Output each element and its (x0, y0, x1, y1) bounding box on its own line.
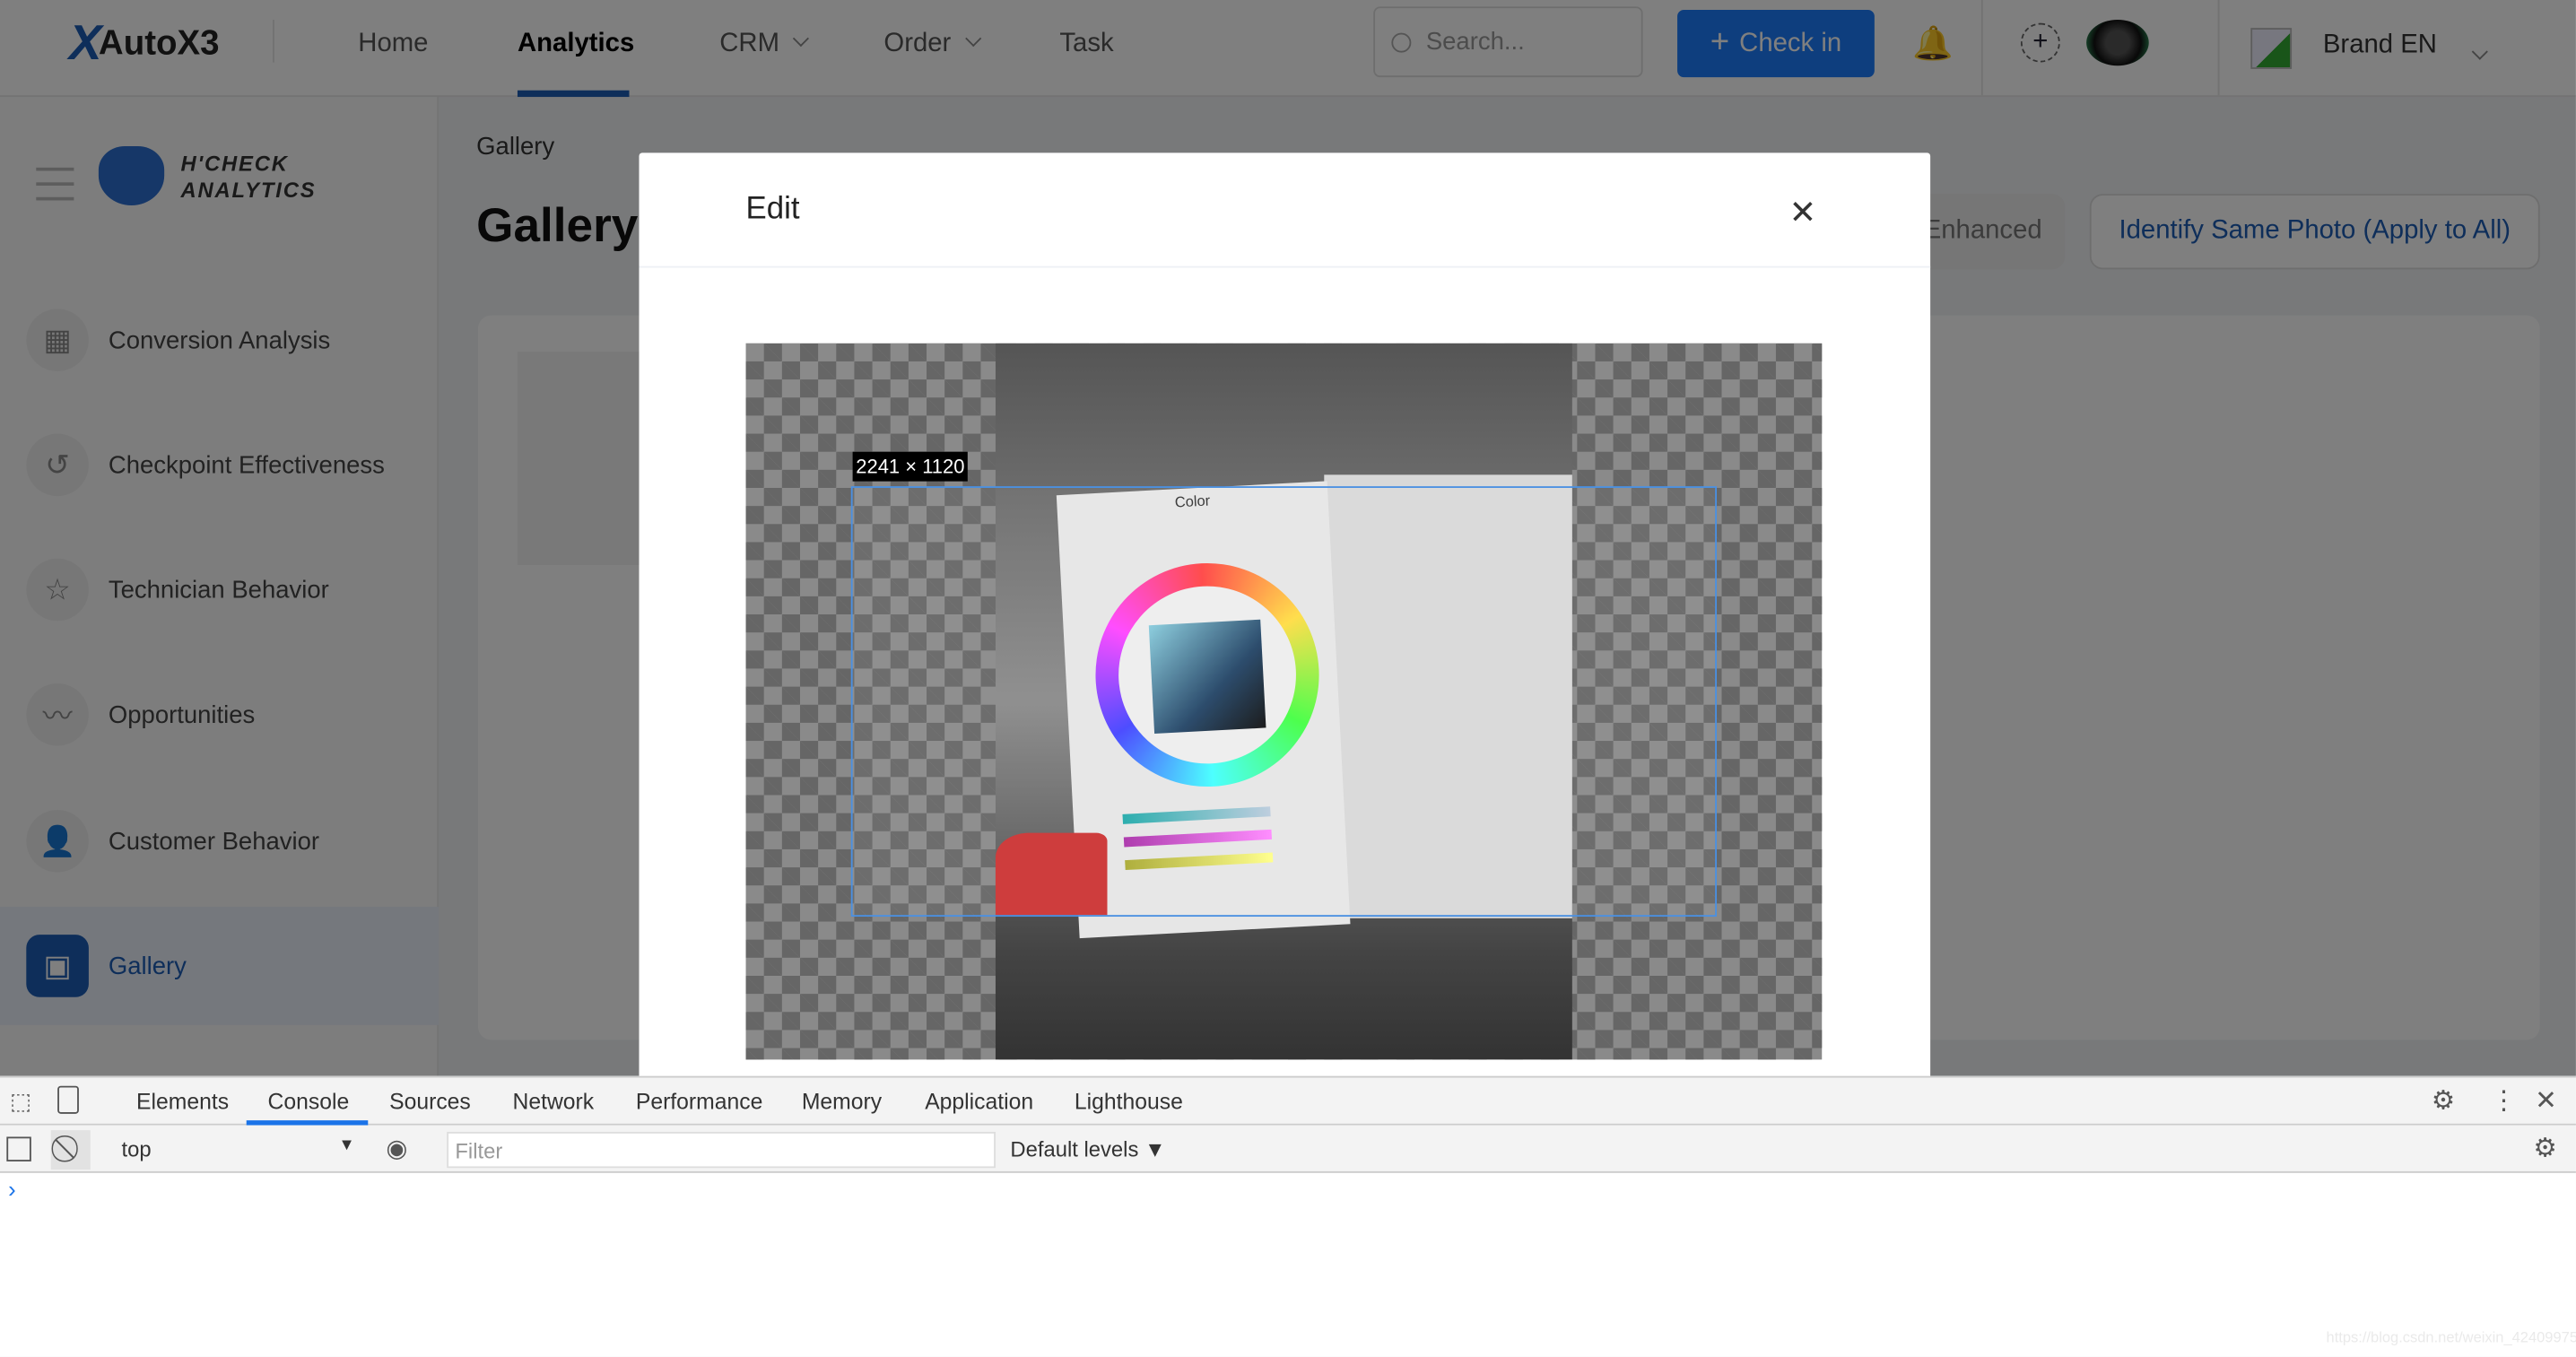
edit-modal: Edit ✕ Color 2241 × 1120 (639, 152, 1931, 1090)
devtools-tabbar (0, 1075, 2576, 1126)
crop-size-label: 2241 × 1120 (852, 451, 969, 482)
log-levels-dropdown[interactable]: Default levels ▼ (1010, 1136, 1165, 1161)
crop-selection[interactable] (850, 486, 1718, 918)
console-settings-icon[interactable]: ⚙ (2533, 1132, 2556, 1165)
inspect-element-icon[interactable]: ⬚ (10, 1088, 31, 1116)
tab-console[interactable]: Console (268, 1089, 350, 1113)
more-options-icon[interactable]: ⋮ (2491, 1084, 2517, 1118)
context-selector[interactable]: top ▼ (122, 1136, 355, 1161)
image-editor-canvas[interactable]: Color 2241 × 1120 (745, 343, 1823, 1060)
divider (639, 265, 1931, 268)
tab-network[interactable]: Network (512, 1089, 594, 1113)
filter-input[interactable]: Filter (447, 1131, 996, 1169)
tab-application[interactable]: Application (925, 1089, 1033, 1113)
close-icon[interactable]: ✕ (1789, 192, 1817, 233)
clear-console-icon[interactable]: ⃠ (50, 1130, 91, 1170)
tab-performance[interactable]: Performance (636, 1089, 763, 1113)
dropdown-arrow-icon: ▼ (338, 1136, 355, 1155)
devtools-panel: ⬚ Elements Console Sources Network Perfo… (0, 1075, 2576, 1357)
tab-memory[interactable]: Memory (802, 1089, 882, 1113)
settings-icon[interactable]: ⚙ (2432, 1084, 2455, 1118)
console-prompt[interactable]: › (8, 1176, 16, 1202)
modal-title: Edit (745, 192, 800, 227)
watermark: https://blog.csdn.net/weixin_42409975 (2326, 1328, 2576, 1346)
tab-sources[interactable]: Sources (389, 1089, 471, 1113)
tab-lighthouse[interactable]: Lighthouse (1075, 1089, 1183, 1113)
tab-elements[interactable]: Elements (136, 1089, 229, 1113)
eye-icon[interactable]: ◉ (386, 1134, 407, 1163)
context-label: top (121, 1136, 152, 1161)
device-toolbar-icon[interactable] (57, 1085, 79, 1114)
close-devtools-icon[interactable]: ✕ (2535, 1084, 2557, 1118)
sidebar-toggle-icon[interactable] (6, 1136, 31, 1161)
